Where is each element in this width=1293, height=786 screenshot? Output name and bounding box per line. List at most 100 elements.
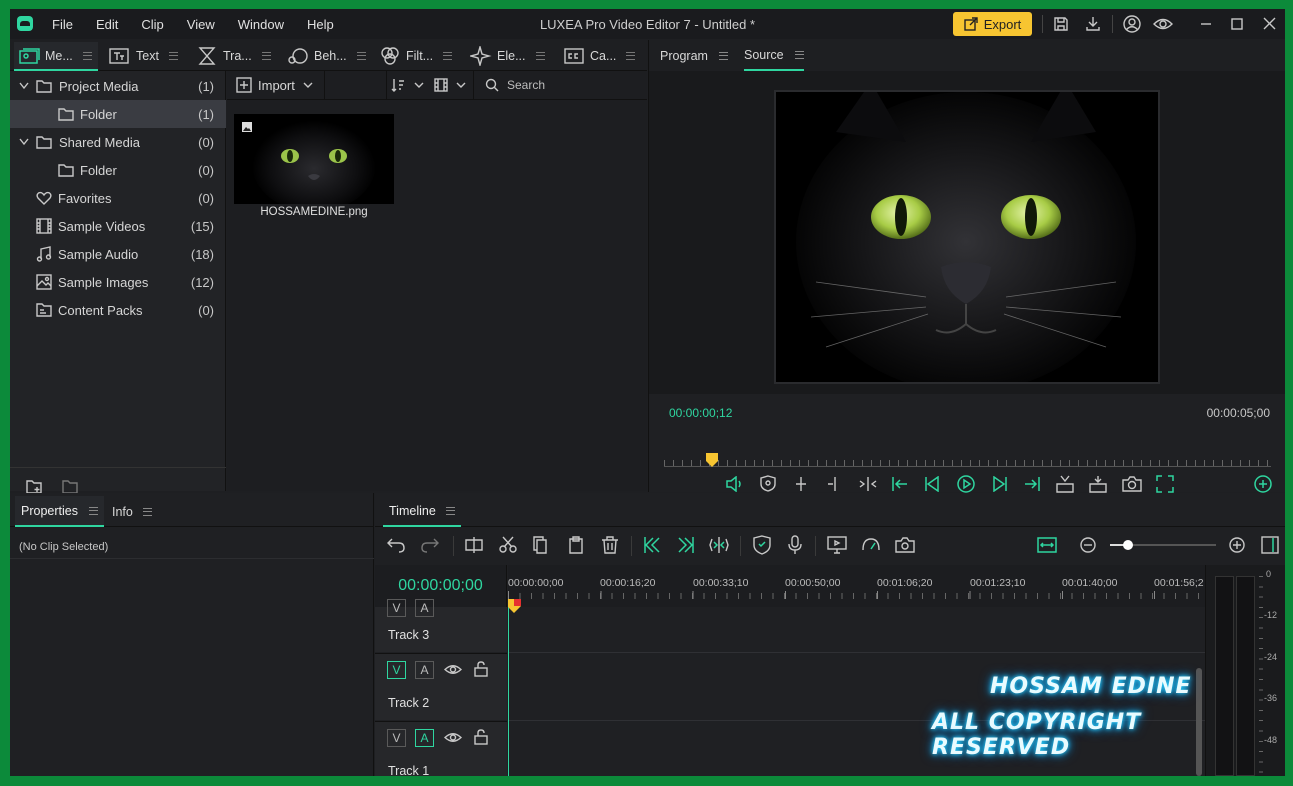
chevron-down-icon[interactable] — [456, 82, 466, 89]
fit-timeline-icon[interactable] — [1037, 536, 1057, 554]
tree-item-content-packs[interactable]: Content Packs (0) — [10, 296, 226, 324]
track-visibility-eye-icon[interactable] — [444, 731, 462, 744]
timeline-playhead-line[interactable] — [508, 599, 509, 776]
step-back-icon[interactable] — [924, 476, 940, 492]
track-2-audio-toggle[interactable]: A — [415, 661, 434, 679]
undo-icon[interactable] — [386, 536, 406, 554]
export-button[interactable]: Export — [953, 12, 1032, 36]
title-bar: File Edit Clip View Window Help LUXEA Pr… — [10, 9, 1285, 39]
image-type-icon — [242, 122, 252, 132]
export-label: Export — [983, 16, 1022, 32]
app-window: File Edit Clip View Window Help LUXEA Pr… — [10, 9, 1285, 776]
track-1-label: Track 1 — [388, 764, 430, 776]
tree-item-favorites[interactable]: Favorites (0) — [10, 184, 226, 212]
tab-properties[interactable]: Properties — [15, 496, 104, 527]
cut-scissors-icon[interactable] — [499, 536, 517, 554]
tab-program[interactable]: Program — [660, 40, 728, 71]
tab-timeline[interactable]: Timeline — [383, 496, 461, 527]
fullscreen-icon[interactable] — [1156, 475, 1174, 493]
track-3-video-toggle[interactable]: V — [387, 599, 406, 617]
track-1-video-toggle[interactable]: V — [387, 729, 406, 747]
track-lock-icon[interactable] — [474, 729, 488, 745]
close-icon[interactable] — [1263, 17, 1276, 30]
track-1-audio-toggle[interactable]: A — [415, 729, 434, 747]
volume-icon[interactable] — [726, 476, 744, 492]
toggle-panel-icon[interactable] — [1261, 536, 1279, 554]
tab-transitions-label: Tra... — [223, 48, 252, 63]
maximize-icon[interactable] — [1231, 18, 1243, 30]
scrubber-track[interactable] — [664, 466, 1271, 467]
tab-transitions[interactable]: Tra... — [197, 40, 271, 71]
media-thumbnail[interactable] — [234, 114, 394, 204]
tab-elements[interactable]: Ele... — [470, 40, 545, 71]
marker-shield-icon[interactable] — [760, 475, 776, 492]
tab-source[interactable]: Source — [744, 40, 804, 71]
tree-item-sample-videos[interactable]: Sample Videos (15) — [10, 212, 226, 240]
sort-icon[interactable] — [391, 78, 405, 92]
add-marker-icon[interactable] — [753, 535, 771, 555]
copy-icon[interactable] — [532, 536, 550, 554]
mark-clip-icon[interactable] — [858, 476, 878, 492]
zoom-slider-handle[interactable] — [1123, 540, 1133, 550]
account-icon[interactable] — [1123, 15, 1141, 33]
fit-selection-icon[interactable] — [709, 536, 729, 554]
tab-info[interactable]: Info — [112, 496, 152, 527]
redo-icon[interactable] — [420, 536, 440, 554]
download-icon[interactable] — [1085, 16, 1101, 32]
mark-in-icon[interactable] — [794, 476, 808, 492]
tab-text[interactable]: Text — [109, 40, 178, 71]
chevron-down-icon[interactable] — [414, 82, 424, 89]
tree-item-project-media[interactable]: Project Media (1) — [10, 72, 226, 100]
preview-eye-icon[interactable] — [1153, 16, 1173, 32]
filters-icon — [381, 46, 399, 65]
screen-record-icon[interactable] — [827, 536, 847, 554]
split-icon[interactable] — [465, 536, 483, 554]
chevron-down-icon[interactable] — [19, 138, 29, 146]
go-to-start-icon[interactable] — [643, 536, 661, 554]
zoom-in-icon[interactable] — [1229, 537, 1245, 553]
tab-media[interactable]: Me... — [18, 40, 92, 71]
tree-item-shared-media[interactable]: Shared Media (0) — [10, 128, 226, 156]
speed-gauge-icon[interactable] — [861, 536, 881, 554]
chevron-down-icon[interactable] — [19, 82, 29, 90]
go-to-in-icon[interactable] — [892, 476, 908, 492]
tree-item-folder-project[interactable]: Folder (1) — [10, 100, 226, 128]
duration-time: 00:00:05;00 — [1206, 406, 1270, 420]
track-lock-icon[interactable] — [474, 661, 488, 677]
minimize-icon[interactable] — [1200, 18, 1212, 30]
tab-filters[interactable]: Filt... — [379, 40, 453, 71]
voiceover-mic-icon[interactable] — [787, 535, 803, 555]
playhead-handle-icon[interactable] — [706, 453, 718, 467]
paste-icon[interactable] — [567, 536, 585, 554]
go-to-end-icon[interactable] — [677, 536, 695, 554]
view-mode-icon[interactable] — [434, 78, 448, 92]
overwrite-icon[interactable] — [1089, 475, 1107, 493]
save-icon[interactable] — [1053, 16, 1069, 32]
track-2-video-toggle[interactable]: V — [387, 661, 406, 679]
tree-item-sample-images[interactable]: Sample Images (12) — [10, 268, 226, 296]
import-button[interactable]: Import — [236, 77, 313, 93]
track-3-label: Track 3 — [388, 628, 430, 642]
tree-item-folder-shared[interactable]: Folder (0) — [10, 156, 226, 184]
tab-behaviors[interactable]: Beh... — [287, 40, 366, 71]
track-visibility-eye-icon[interactable] — [444, 663, 462, 676]
tab-captions[interactable]: Ca... — [563, 40, 636, 71]
add-icon[interactable] — [1254, 475, 1272, 493]
track-3-audio-toggle[interactable]: A — [415, 599, 434, 617]
timeline-ruler[interactable]: 00:00:00;00 00:00:16;20 00:00:33;10 00:0… — [508, 565, 1205, 607]
capture-camera-icon[interactable] — [895, 536, 915, 554]
zoom-out-icon[interactable] — [1080, 537, 1096, 553]
tree-item-label: Sample Images — [58, 274, 149, 290]
play-icon[interactable] — [957, 475, 975, 493]
go-to-out-icon[interactable] — [1024, 476, 1040, 492]
preview-canvas[interactable] — [774, 90, 1160, 384]
step-forward-icon[interactable] — [992, 476, 1008, 492]
media-bin-toolbar: Import Search — [227, 71, 647, 100]
insert-icon[interactable] — [1056, 475, 1074, 493]
mark-out-icon[interactable] — [826, 476, 840, 492]
snapshot-camera-icon[interactable] — [1122, 475, 1142, 493]
search-input[interactable]: Search — [485, 78, 545, 92]
tree-item-sample-audio[interactable]: Sample Audio (18) — [10, 240, 226, 268]
timeline-playhead-icon[interactable] — [508, 599, 522, 613]
delete-trash-icon[interactable] — [601, 536, 619, 554]
